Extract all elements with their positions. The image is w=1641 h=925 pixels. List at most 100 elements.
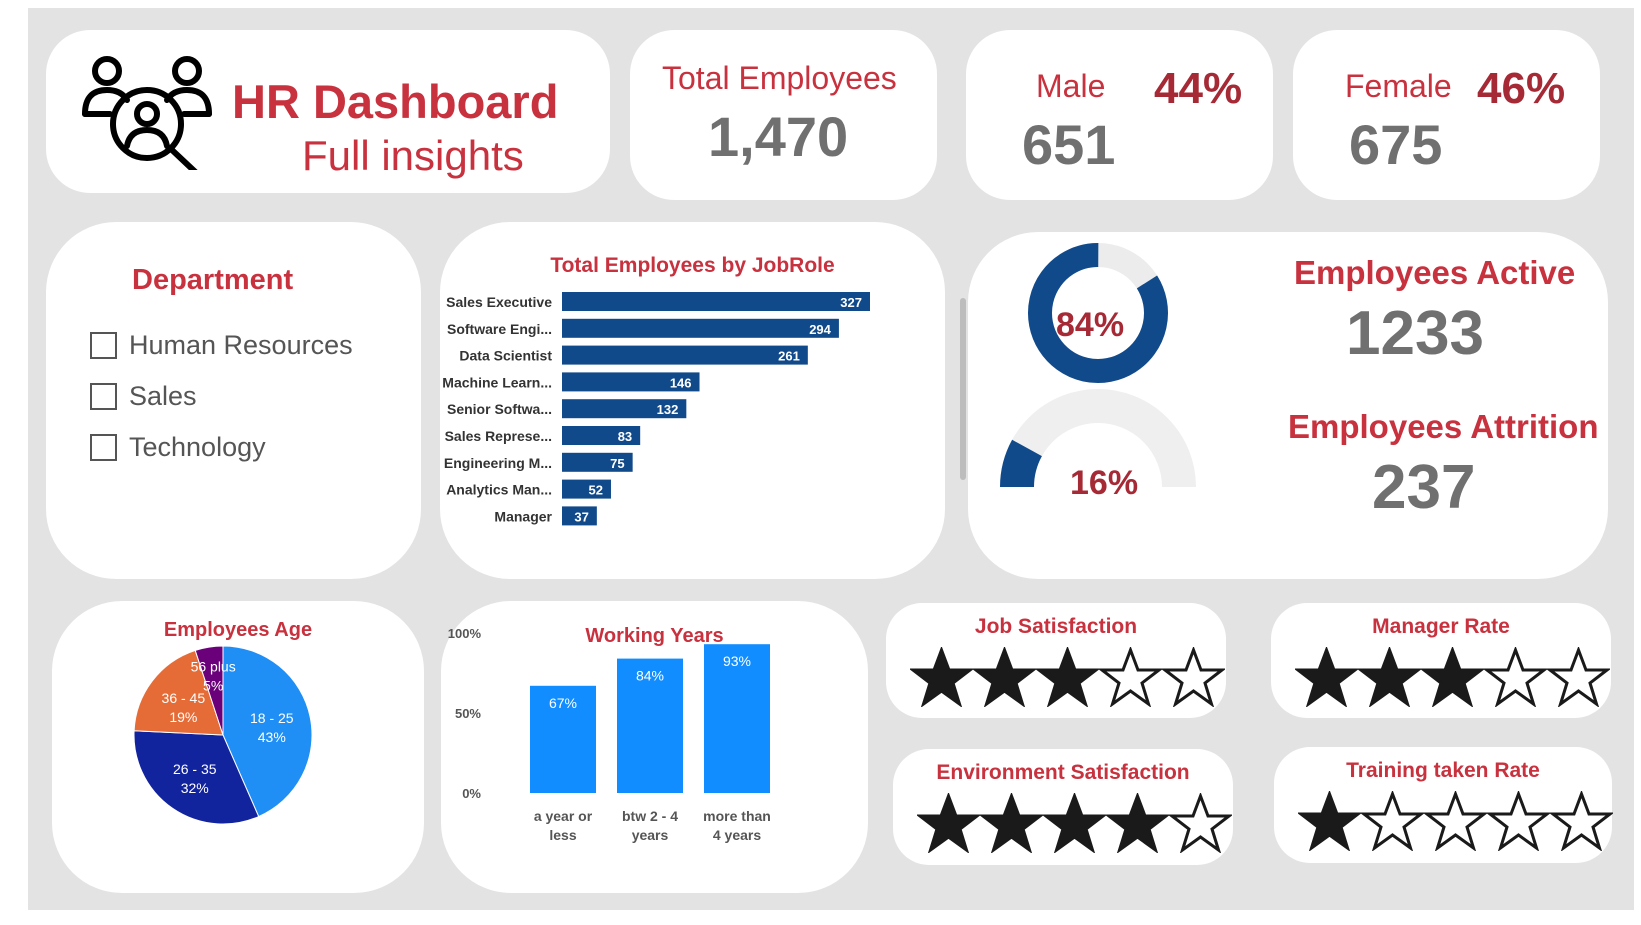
jobrole-bar[interactable] bbox=[562, 479, 611, 499]
x-tick-label: btw 2 - 4 bbox=[622, 808, 678, 824]
jobrole-scrollbar[interactable] bbox=[960, 298, 966, 480]
status-charts bbox=[1000, 243, 1196, 488]
empty-star-icon bbox=[1550, 791, 1613, 851]
filled-star-icon bbox=[1036, 647, 1099, 707]
jobrole-category-label: Senior Softwa... bbox=[447, 401, 552, 417]
age-slice-category: 18 - 25 bbox=[250, 710, 294, 726]
male-label: Male bbox=[1036, 68, 1106, 104]
filled-star-icon bbox=[910, 647, 973, 707]
checkbox[interactable] bbox=[90, 433, 117, 461]
male-card: Male 44% 651 bbox=[966, 30, 1273, 200]
star-rating bbox=[1295, 647, 1610, 707]
environment-satisfaction-card: Environment Satisfaction bbox=[893, 749, 1233, 865]
jobrole-bar[interactable] bbox=[562, 292, 870, 311]
active-pct: 84% bbox=[1056, 306, 1125, 344]
department-option-label: Human Resources bbox=[129, 329, 353, 360]
star-shape bbox=[1169, 793, 1232, 853]
jobrole-bar[interactable] bbox=[562, 318, 839, 338]
filled-star-icon bbox=[1295, 647, 1358, 707]
jobrole-chart: Sales Executive 327 Software Engi... 294 Dat… bbox=[442, 292, 870, 526]
star-shape bbox=[1550, 791, 1613, 851]
age-chart-card: Employees Age 18 - 25 43% 26 - 35 32% 36 - 4… bbox=[52, 601, 424, 893]
total-employees-card: Total Employees 1,470 bbox=[630, 30, 937, 200]
x-tick-label: 4 years bbox=[713, 827, 761, 843]
male-value: 651 bbox=[1022, 113, 1116, 176]
department-slicer: Department Human Resources Sales Technol… bbox=[46, 222, 421, 579]
star-shape bbox=[1106, 793, 1169, 853]
star-shape bbox=[1424, 791, 1487, 851]
star-shape bbox=[1358, 647, 1421, 707]
jobrole-data-label: 52 bbox=[589, 483, 603, 498]
star-shape bbox=[910, 647, 973, 707]
filled-star-icon bbox=[1421, 647, 1484, 707]
star-shape bbox=[1099, 647, 1162, 707]
jobrole-data-label: 132 bbox=[657, 402, 679, 417]
employee-status-card: 84% 16% Employees Active 1233 Employees … bbox=[968, 232, 1608, 579]
department-option-sales[interactable]: Sales bbox=[90, 379, 197, 413]
jobrole-category-label: Sales Executive bbox=[446, 294, 552, 310]
filled-star-icon bbox=[980, 793, 1043, 853]
star-rating bbox=[917, 793, 1232, 853]
star-shape bbox=[1162, 647, 1225, 707]
employees-active-label: Employees Active bbox=[1294, 254, 1576, 291]
empty-star-icon bbox=[1162, 647, 1225, 707]
empty-star-icon bbox=[1169, 793, 1232, 853]
star-shape bbox=[973, 647, 1036, 707]
filled-star-icon bbox=[917, 793, 980, 853]
working-years-card: Working Years 0% 50% 100% 67% a year or less 8… bbox=[441, 601, 868, 893]
x-tick-label: years bbox=[632, 827, 669, 843]
star-rating bbox=[910, 647, 1225, 707]
empty-star-icon bbox=[1487, 791, 1550, 851]
star-shape bbox=[1484, 647, 1547, 707]
star-shape bbox=[980, 793, 1043, 853]
jobrole-chart-card: Total Employees by JobRole Sales Executi… bbox=[440, 222, 945, 579]
empty-star-icon bbox=[1099, 647, 1162, 707]
working-years-chart: 0% 50% 100% 67% a year or less 84% btw 2 - 4 yea… bbox=[448, 626, 771, 843]
female-value: 675 bbox=[1349, 113, 1443, 176]
age-slice-percent: 19% bbox=[169, 709, 197, 725]
jobrole-data-label: 294 bbox=[809, 322, 831, 337]
job-satisfaction-card: Job Satisfaction bbox=[886, 603, 1226, 718]
department-option-technology[interactable]: Technology bbox=[90, 430, 266, 464]
jobrole-category-label: Software Engi... bbox=[447, 321, 552, 337]
working-years-data-label: 93% bbox=[723, 653, 751, 669]
age-slice-category: 36 - 45 bbox=[162, 690, 206, 706]
star-shape bbox=[1298, 791, 1361, 851]
age-slice-percent: 43% bbox=[258, 729, 286, 745]
filled-star-icon bbox=[973, 647, 1036, 707]
title-card: HR Dashboard Full insights bbox=[46, 30, 610, 193]
star-shape bbox=[1547, 647, 1610, 707]
x-tick-label: more than bbox=[703, 808, 771, 824]
age-slice-percent: 5% bbox=[203, 677, 223, 693]
working-years-data-label: 67% bbox=[549, 695, 577, 711]
employees-active-value: 1233 bbox=[1346, 299, 1484, 368]
jobrole-category-label: Manager bbox=[494, 508, 552, 524]
department-option-label: Technology bbox=[129, 431, 266, 462]
age-slice-category: 56 plus bbox=[191, 658, 236, 674]
age-pie-chart: 18 - 25 43% 26 - 35 32% 36 - 45 19% 56 plus 5% bbox=[133, 645, 313, 825]
female-pct: 46% bbox=[1477, 64, 1566, 113]
jobrole-category-label: Engineering M... bbox=[444, 455, 552, 471]
jobrole-data-label: 327 bbox=[840, 295, 862, 310]
manager-rate-card: Manager Rate bbox=[1271, 603, 1611, 718]
y-tick-label: 100% bbox=[448, 626, 482, 641]
jobrole-category-label: Machine Learn... bbox=[442, 374, 552, 390]
star-shape bbox=[1043, 793, 1106, 853]
page-title: HR Dashboard bbox=[232, 75, 559, 128]
age-slice-category: 26 - 35 bbox=[173, 761, 217, 777]
team-search-icon bbox=[82, 56, 212, 170]
jobrole-category-label: Sales Represe... bbox=[445, 428, 552, 444]
empty-star-icon bbox=[1484, 647, 1547, 707]
x-tick-label: less bbox=[549, 827, 576, 843]
department-option-human-resources[interactable]: Human Resources bbox=[90, 328, 353, 362]
manager-rate-title: Manager Rate bbox=[1372, 615, 1510, 638]
y-tick-label: 0% bbox=[462, 786, 481, 801]
working-years-data-label: 84% bbox=[636, 668, 664, 684]
gauge-attrition-arc[interactable] bbox=[1000, 439, 1043, 488]
checkbox[interactable] bbox=[90, 331, 117, 359]
empty-star-icon bbox=[1424, 791, 1487, 851]
jobrole-bar[interactable] bbox=[562, 345, 808, 365]
female-label: Female bbox=[1345, 68, 1452, 104]
checkbox[interactable] bbox=[90, 382, 117, 410]
empty-star-icon bbox=[1361, 791, 1424, 851]
